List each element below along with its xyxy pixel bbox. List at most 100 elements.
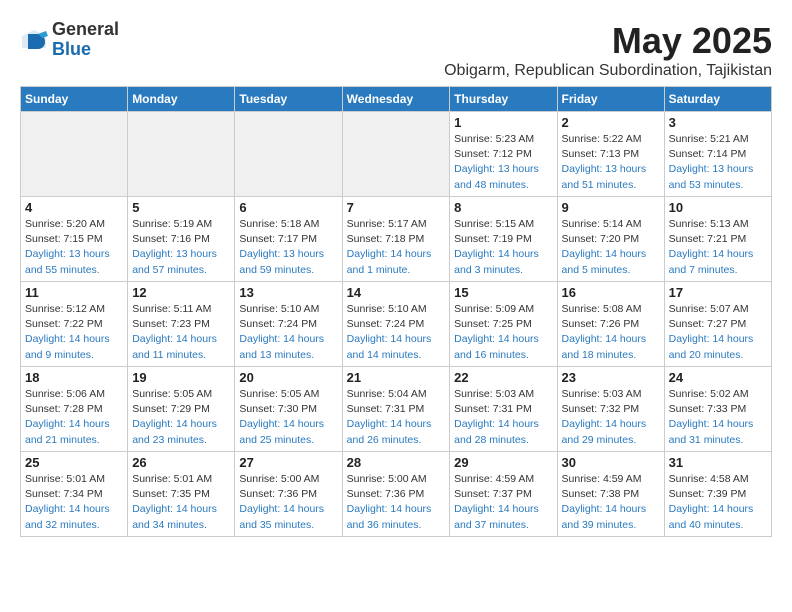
calendar-week-1: 1 Sunrise: 5:23 AMSunset: 7:12 PMDaylight… bbox=[21, 112, 772, 197]
day-number: 17 bbox=[669, 285, 767, 300]
day-info: Sunrise: 5:03 AMSunset: 7:32 PMDaylight:… bbox=[562, 387, 660, 448]
day-info: Sunrise: 5:10 AMSunset: 7:24 PMDaylight:… bbox=[347, 302, 446, 363]
calendar-cell: 10 Sunrise: 5:13 AMSunset: 7:21 PMDayligh… bbox=[664, 197, 771, 282]
day-number: 22 bbox=[454, 370, 552, 385]
calendar-week-4: 18Sunrise: 5:06 AMSunset: 7:28 PMDayligh… bbox=[21, 367, 772, 452]
calendar-cell bbox=[128, 112, 235, 197]
day-info: Sunrise: 5:17 AMSunset: 7:18 PMDaylight:… bbox=[347, 217, 446, 278]
weekday-header-friday: Friday bbox=[557, 87, 664, 112]
weekday-header-sunday: Sunday bbox=[21, 87, 128, 112]
weekday-header-saturday: Saturday bbox=[664, 87, 771, 112]
location-subtitle: Obigarm, Republican Subordination, Tajik… bbox=[444, 62, 772, 80]
day-number: 19 bbox=[132, 370, 230, 385]
day-info: Sunrise: 5:20 AMSunset: 7:15 PMDaylight:… bbox=[25, 217, 123, 278]
day-number: 7 bbox=[347, 200, 446, 215]
day-info: Sunrise: 4:59 AMSunset: 7:38 PMDaylight:… bbox=[562, 472, 660, 533]
calendar-cell: 1 Sunrise: 5:23 AMSunset: 7:12 PMDaylight… bbox=[450, 112, 557, 197]
calendar-cell: 23 Sunrise: 5:03 AMSunset: 7:32 PMDayligh… bbox=[557, 367, 664, 452]
day-number: 25 bbox=[25, 455, 123, 470]
calendar-week-3: 11 Sunrise: 5:12 AMSunset: 7:22 PMDayligh… bbox=[21, 282, 772, 367]
day-info: Sunrise: 5:21 AMSunset: 7:14 PMDaylight:… bbox=[669, 132, 767, 193]
day-number: 11 bbox=[25, 285, 123, 300]
day-info: Sunrise: 5:07 AMSunset: 7:27 PMDaylight:… bbox=[669, 302, 767, 363]
calendar-cell bbox=[21, 112, 128, 197]
day-info: Sunrise: 5:13 AMSunset: 7:21 PMDaylight:… bbox=[669, 217, 767, 278]
day-info: Sunrise: 5:22 AMSunset: 7:13 PMDaylight:… bbox=[562, 132, 660, 193]
calendar-cell: 5 Sunrise: 5:19 AMSunset: 7:16 PMDaylight… bbox=[128, 197, 235, 282]
day-number: 20 bbox=[239, 370, 337, 385]
weekday-header-wednesday: Wednesday bbox=[342, 87, 450, 112]
day-info: Sunrise: 4:59 AMSunset: 7:37 PMDaylight:… bbox=[454, 472, 552, 533]
calendar-cell: 22 Sunrise: 5:03 AMSunset: 7:31 PMDayligh… bbox=[450, 367, 557, 452]
logo-icon bbox=[20, 26, 48, 54]
day-number: 13 bbox=[239, 285, 337, 300]
calendar-cell: 29 Sunrise: 4:59 AMSunset: 7:37 PMDayligh… bbox=[450, 452, 557, 537]
day-number: 2 bbox=[562, 115, 660, 130]
calendar-table: SundayMondayTuesdayWednesdayThursdayFrid… bbox=[20, 86, 772, 537]
day-info: Sunrise: 5:19 AMSunset: 7:16 PMDaylight:… bbox=[132, 217, 230, 278]
day-number: 18 bbox=[25, 370, 123, 385]
day-info: Sunrise: 5:01 AMSunset: 7:34 PMDaylight:… bbox=[25, 472, 123, 533]
calendar-cell: 21Sunrise: 5:04 AMSunset: 7:31 PMDayligh… bbox=[342, 367, 450, 452]
day-number: 30 bbox=[562, 455, 660, 470]
calendar-cell: 18Sunrise: 5:06 AMSunset: 7:28 PMDayligh… bbox=[21, 367, 128, 452]
day-number: 12 bbox=[132, 285, 230, 300]
calendar-cell: 11 Sunrise: 5:12 AMSunset: 7:22 PMDayligh… bbox=[21, 282, 128, 367]
calendar-cell bbox=[235, 112, 342, 197]
day-number: 6 bbox=[239, 200, 337, 215]
day-info: Sunrise: 5:23 AMSunset: 7:12 PMDaylight:… bbox=[454, 132, 552, 193]
day-number: 16 bbox=[562, 285, 660, 300]
calendar-cell: 4 Sunrise: 5:20 AMSunset: 7:15 PMDaylight… bbox=[21, 197, 128, 282]
calendar-cell: 7 Sunrise: 5:17 AMSunset: 7:18 PMDaylight… bbox=[342, 197, 450, 282]
calendar-header-row: SundayMondayTuesdayWednesdayThursdayFrid… bbox=[21, 87, 772, 112]
day-number: 29 bbox=[454, 455, 552, 470]
calendar-cell: 25 Sunrise: 5:01 AMSunset: 7:34 PMDayligh… bbox=[21, 452, 128, 537]
day-info: Sunrise: 5:11 AMSunset: 7:23 PMDaylight:… bbox=[132, 302, 230, 363]
day-info: Sunrise: 5:18 AMSunset: 7:17 PMDaylight:… bbox=[239, 217, 337, 278]
day-number: 23 bbox=[562, 370, 660, 385]
day-number: 28 bbox=[347, 455, 446, 470]
calendar-cell: 19 Sunrise: 5:05 AMSunset: 7:29 PMDayligh… bbox=[128, 367, 235, 452]
day-number: 3 bbox=[669, 115, 767, 130]
title-block: May 2025 Obigarm, Republican Subordinati… bbox=[444, 20, 772, 80]
day-number: 1 bbox=[454, 115, 552, 130]
day-info: Sunrise: 5:09 AMSunset: 7:25 PMDaylight:… bbox=[454, 302, 552, 363]
calendar-cell: 15 Sunrise: 5:09 AMSunset: 7:25 PMDayligh… bbox=[450, 282, 557, 367]
day-info: Sunrise: 5:02 AMSunset: 7:33 PMDaylight:… bbox=[669, 387, 767, 448]
calendar-cell: 30 Sunrise: 4:59 AMSunset: 7:38 PMDayligh… bbox=[557, 452, 664, 537]
calendar-cell: 26 Sunrise: 5:01 AMSunset: 7:35 PMDayligh… bbox=[128, 452, 235, 537]
calendar-cell: 6 Sunrise: 5:18 AMSunset: 7:17 PMDaylight… bbox=[235, 197, 342, 282]
day-number: 26 bbox=[132, 455, 230, 470]
day-number: 10 bbox=[669, 200, 767, 215]
calendar-cell: 24Sunrise: 5:02 AMSunset: 7:33 PMDayligh… bbox=[664, 367, 771, 452]
calendar-cell: 12 Sunrise: 5:11 AMSunset: 7:23 PMDayligh… bbox=[128, 282, 235, 367]
calendar-cell: 17 Sunrise: 5:07 AMSunset: 7:27 PMDayligh… bbox=[664, 282, 771, 367]
day-number: 15 bbox=[454, 285, 552, 300]
logo-blue-text: Blue bbox=[52, 39, 91, 59]
day-info: Sunrise: 5:04 AMSunset: 7:31 PMDaylight:… bbox=[347, 387, 446, 448]
day-info: Sunrise: 5:01 AMSunset: 7:35 PMDaylight:… bbox=[132, 472, 230, 533]
day-number: 27 bbox=[239, 455, 337, 470]
day-info: Sunrise: 5:10 AMSunset: 7:24 PMDaylight:… bbox=[239, 302, 337, 363]
calendar-cell: 3 Sunrise: 5:21 AMSunset: 7:14 PMDaylight… bbox=[664, 112, 771, 197]
weekday-header-monday: Monday bbox=[128, 87, 235, 112]
day-info: Sunrise: 5:00 AMSunset: 7:36 PMDaylight:… bbox=[347, 472, 446, 533]
weekday-header-thursday: Thursday bbox=[450, 87, 557, 112]
day-number: 4 bbox=[25, 200, 123, 215]
day-info: Sunrise: 5:15 AMSunset: 7:19 PMDaylight:… bbox=[454, 217, 552, 278]
calendar-cell: 2 Sunrise: 5:22 AMSunset: 7:13 PMDaylight… bbox=[557, 112, 664, 197]
day-info: Sunrise: 5:12 AMSunset: 7:22 PMDaylight:… bbox=[25, 302, 123, 363]
calendar-cell: 9Sunrise: 5:14 AMSunset: 7:20 PMDaylight… bbox=[557, 197, 664, 282]
day-number: 5 bbox=[132, 200, 230, 215]
day-number: 14 bbox=[347, 285, 446, 300]
calendar-week-5: 25 Sunrise: 5:01 AMSunset: 7:34 PMDayligh… bbox=[21, 452, 772, 537]
day-info: Sunrise: 5:03 AMSunset: 7:31 PMDaylight:… bbox=[454, 387, 552, 448]
day-info: Sunrise: 5:05 AMSunset: 7:29 PMDaylight:… bbox=[132, 387, 230, 448]
calendar-week-2: 4 Sunrise: 5:20 AMSunset: 7:15 PMDaylight… bbox=[21, 197, 772, 282]
day-number: 9 bbox=[562, 200, 660, 215]
page-header: General Blue May 2025 Obigarm, Republica… bbox=[20, 20, 772, 80]
day-info: Sunrise: 5:05 AMSunset: 7:30 PMDaylight:… bbox=[239, 387, 337, 448]
month-title: May 2025 bbox=[444, 20, 772, 62]
calendar-cell: 31Sunrise: 4:58 AMSunset: 7:39 PMDayligh… bbox=[664, 452, 771, 537]
calendar-cell: 20 Sunrise: 5:05 AMSunset: 7:30 PMDayligh… bbox=[235, 367, 342, 452]
